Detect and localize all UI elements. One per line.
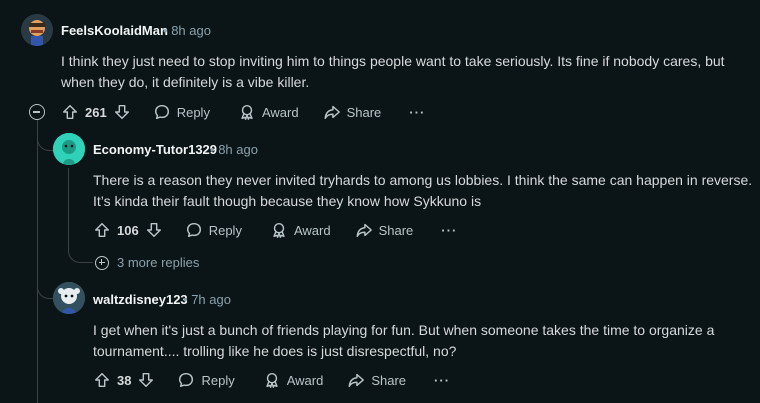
vote-score: 38: [117, 372, 132, 388]
award-button[interactable]: Award: [238, 103, 299, 121]
more-replies-label: 3 more replies: [117, 255, 200, 270]
comment-time[interactable]: 8h ago: [171, 23, 211, 38]
more-options-button[interactable]: ···: [409, 105, 425, 120]
reply-button[interactable]: Reply: [185, 221, 242, 239]
separator-dot: •: [183, 292, 188, 307]
share-label: Share: [378, 222, 414, 238]
thread-line-nested: [68, 168, 69, 248]
comment-actions: 261 Reply Award Share ···: [61, 100, 425, 124]
more-options-icon: ···: [409, 104, 426, 120]
comment-meta: • 8h ago: [210, 142, 258, 157]
comment-author[interactable]: FeelsKoolaidMan: [61, 23, 168, 38]
reply-button[interactable]: Reply: [177, 371, 235, 389]
vote-group: 106: [93, 221, 163, 239]
expand-plus-icon: [95, 255, 109, 270]
share-icon: [356, 223, 372, 238]
avatar[interactable]: [21, 14, 53, 46]
snoo-avatar-icon: [53, 133, 85, 165]
award-icon: [241, 104, 253, 120]
comment-meta: • 8h ago: [163, 23, 211, 38]
user-avatar-icon: [21, 14, 53, 46]
comment-author[interactable]: waltzdisney123: [93, 292, 188, 307]
award-icon: [273, 222, 285, 238]
more-options-button[interactable]: ···: [441, 223, 457, 238]
comment-bubble-icon: [154, 104, 169, 120]
reply-label: Reply: [176, 104, 210, 120]
thread-connector-more: [68, 246, 93, 263]
vote-score: 261: [85, 104, 107, 120]
share-label: Share: [371, 372, 407, 388]
more-options-button[interactable]: ···: [434, 373, 450, 388]
avatar[interactable]: [53, 282, 85, 314]
more-options-icon: ···: [434, 372, 451, 388]
comment-actions: 38 Reply Award Share ···: [93, 368, 450, 392]
reply-label: Reply: [208, 222, 242, 238]
separator-dot: •: [163, 23, 168, 38]
share-button[interactable]: Share: [347, 371, 406, 389]
more-replies-link[interactable]: 3 more replies: [95, 255, 199, 270]
share-button[interactable]: Share: [355, 221, 414, 239]
comment-time[interactable]: 7h ago: [191, 292, 231, 307]
comment-body: There is a reason they never invited try…: [93, 172, 753, 209]
comment-actions: 106 Reply Award Share ···: [93, 218, 457, 242]
upvote-icon[interactable]: [93, 221, 111, 239]
downvote-icon[interactable]: [113, 103, 131, 121]
award-button[interactable]: Award: [263, 371, 324, 389]
share-icon: [348, 373, 365, 388]
thread-connector-2: [37, 276, 54, 299]
upvote-icon[interactable]: [93, 371, 111, 389]
comment-bubble-icon: [186, 222, 201, 238]
share-label: Share: [346, 104, 382, 120]
comment-bubble-icon: [179, 372, 194, 388]
award-label: Award: [286, 372, 324, 388]
thread-line-main: [37, 120, 38, 403]
award-label: Award: [261, 104, 299, 120]
share-icon: [324, 105, 340, 120]
vote-group: 38: [93, 371, 155, 389]
reply-button[interactable]: Reply: [153, 103, 210, 121]
avatar[interactable]: [53, 133, 85, 165]
award-button[interactable]: Award: [270, 221, 331, 239]
vote-group: 261: [61, 103, 131, 121]
comment-time[interactable]: 8h ago: [218, 142, 258, 157]
upvote-icon[interactable]: [61, 103, 79, 121]
thread-connector-1: [37, 130, 54, 151]
collapse-thread-button[interactable]: [29, 104, 45, 120]
snoo-avatar-icon: [53, 282, 85, 314]
comment-meta: • 7h ago: [183, 292, 231, 307]
more-options-icon: ···: [441, 222, 458, 238]
reply-label: Reply: [201, 372, 235, 388]
downvote-icon[interactable]: [145, 221, 163, 239]
comment-body: I think they just need to stop inviting …: [61, 53, 725, 90]
comment-author[interactable]: Economy-Tutor1329: [93, 142, 217, 157]
comment-body: I get when it's just a bunch of friends …: [93, 322, 715, 359]
vote-score: 106: [117, 222, 139, 238]
downvote-icon[interactable]: [137, 371, 155, 389]
award-label: Award: [293, 222, 331, 238]
award-icon: [266, 372, 278, 388]
share-button[interactable]: Share: [323, 103, 382, 121]
separator-dot: •: [210, 142, 215, 157]
